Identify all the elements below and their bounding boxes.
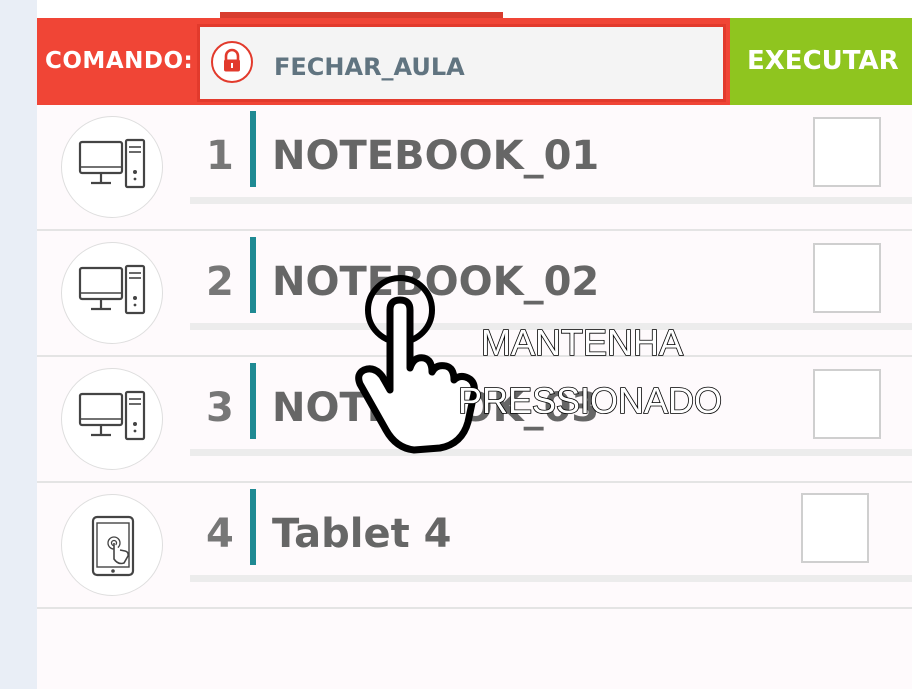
row-accent-bar bbox=[250, 363, 256, 439]
device-row-1[interactable]: 1 NOTEBOOK_01 bbox=[37, 105, 912, 231]
device-checkbox[interactable] bbox=[813, 117, 881, 187]
row-underline bbox=[190, 197, 912, 204]
hand-pointer-icon bbox=[350, 272, 490, 457]
device-checkbox[interactable] bbox=[801, 493, 869, 563]
left-strip bbox=[0, 0, 37, 689]
row-accent-bar bbox=[250, 111, 256, 187]
row-underline bbox=[190, 575, 912, 582]
desktop-computer-icon bbox=[61, 368, 163, 470]
hint-text-line-1: MANTENHA bbox=[480, 322, 684, 363]
row-divider bbox=[37, 607, 912, 609]
command-bar: COMANDO: FECHAR_AULA EXECUTAR bbox=[37, 18, 912, 105]
device-row-4[interactable]: 4 Tablet 4 bbox=[37, 483, 912, 609]
command-value: FECHAR_AULA bbox=[274, 53, 465, 81]
tablet-icon bbox=[61, 494, 163, 596]
device-name: NOTEBOOK_01 bbox=[272, 133, 600, 179]
desktop-computer-icon bbox=[61, 242, 163, 344]
device-name: Tablet 4 bbox=[272, 511, 452, 557]
command-label: COMANDO: bbox=[45, 48, 194, 74]
hint-text-line-2: PRESSIONADO bbox=[457, 380, 723, 421]
row-underline bbox=[190, 449, 912, 456]
execute-button[interactable]: EXECUTAR bbox=[730, 18, 912, 105]
command-field[interactable]: FECHAR_AULA bbox=[197, 24, 726, 102]
lock-icon bbox=[211, 41, 253, 83]
row-accent-bar bbox=[250, 489, 256, 565]
device-number: 3 bbox=[206, 385, 234, 431]
device-checkbox[interactable] bbox=[813, 369, 881, 439]
device-checkbox[interactable] bbox=[813, 243, 881, 313]
device-number: 4 bbox=[206, 511, 234, 557]
device-number: 1 bbox=[206, 133, 234, 179]
desktop-computer-icon bbox=[61, 116, 163, 218]
row-accent-bar bbox=[250, 237, 256, 313]
device-number: 2 bbox=[206, 259, 234, 305]
